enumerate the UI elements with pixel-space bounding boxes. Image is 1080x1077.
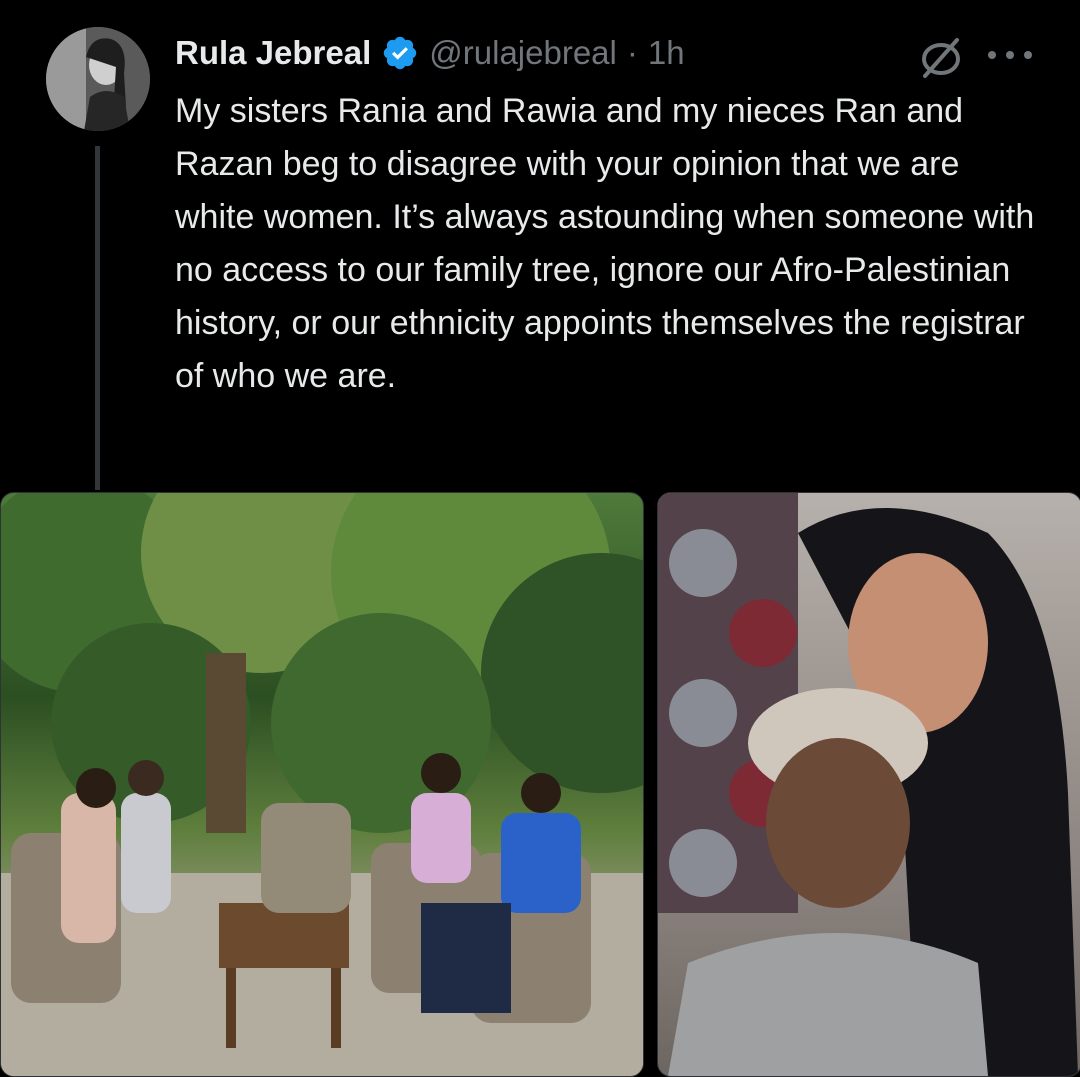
author-avatar[interactable]	[46, 27, 150, 131]
thread-line	[95, 146, 100, 490]
more-dot	[1006, 51, 1014, 59]
more-dot	[988, 51, 996, 59]
tweet-text: My sisters Rania and Rawia and my nieces…	[175, 92, 1035, 395]
more-dot	[1024, 51, 1032, 59]
tweet-timestamp[interactable]: 1h	[648, 34, 685, 72]
tweet-photo-garden[interactable]	[0, 492, 644, 1077]
tweet-photo-portrait[interactable]	[657, 492, 1080, 1077]
separator-dot: ·	[626, 34, 638, 71]
more-icon[interactable]	[988, 48, 1032, 62]
grok-icon[interactable]	[917, 34, 965, 82]
verified-badge-icon	[381, 34, 419, 72]
author-name[interactable]: Rula Jebreal	[175, 34, 371, 72]
author-handle[interactable]: @rulajebreal	[429, 34, 617, 72]
